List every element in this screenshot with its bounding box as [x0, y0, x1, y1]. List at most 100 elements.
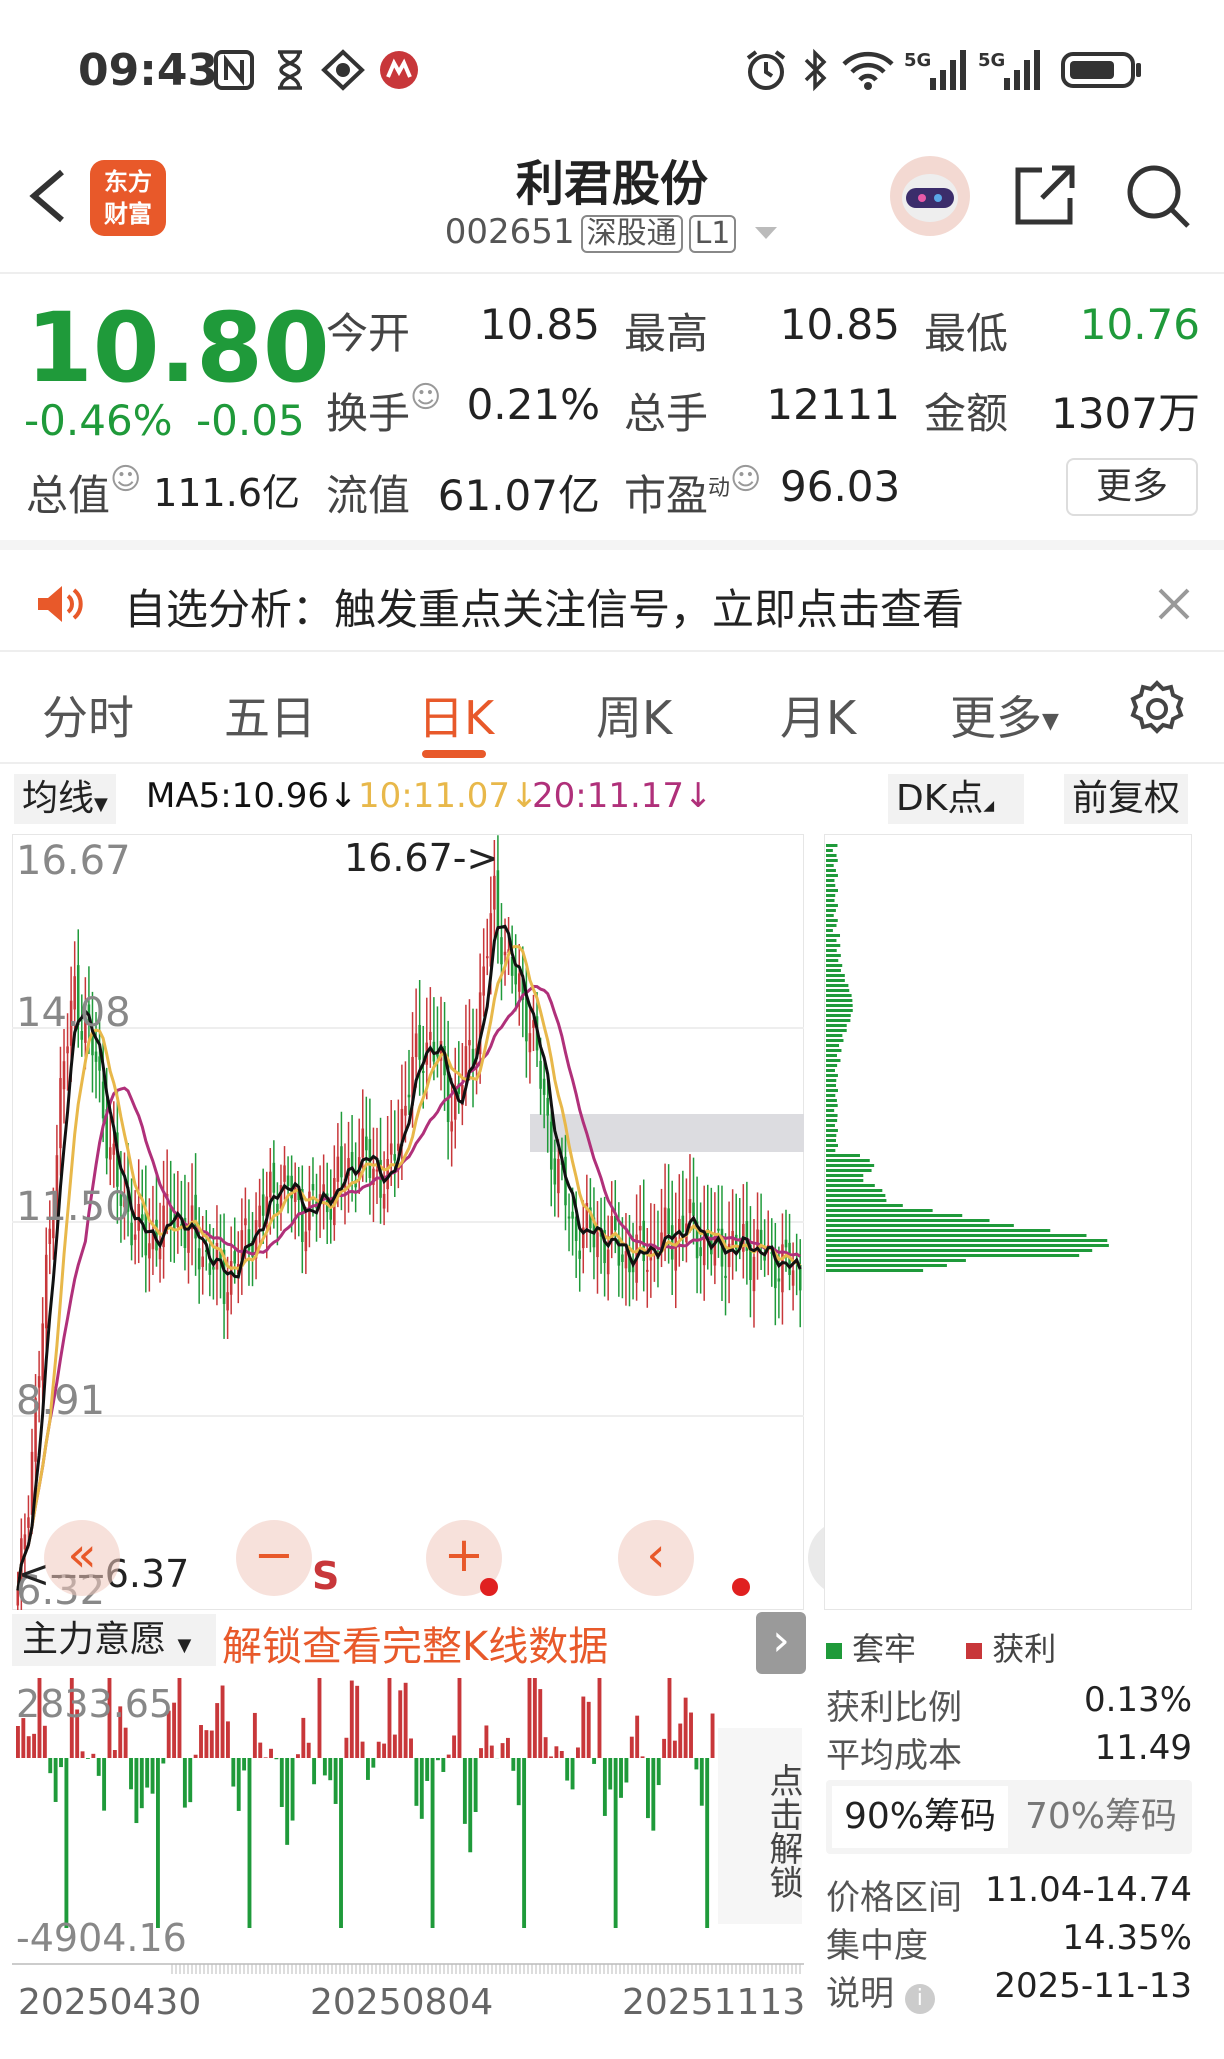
candle-body	[699, 1247, 702, 1257]
info-icon[interactable]: ☺	[410, 380, 441, 415]
indicator-bar	[80, 1751, 85, 1758]
battery-icon	[1061, 52, 1141, 88]
info-icon[interactable]: i	[904, 1984, 935, 2014]
zoom-out-button[interactable]: −	[236, 1520, 312, 1596]
chip-bar	[826, 1024, 847, 1027]
candle-body	[692, 1202, 695, 1216]
chip-bar	[826, 1254, 1080, 1257]
notice-text: 自选分析：触发重点关注信号，立即点击查看	[124, 585, 965, 634]
concentration-label: 集中度	[826, 1926, 928, 1966]
float-label: 流值	[326, 471, 411, 520]
candle-body	[304, 1231, 308, 1252]
info-icon[interactable]: ☺	[110, 462, 141, 497]
indicator-bar	[414, 1758, 419, 1806]
chip-bar	[826, 1174, 864, 1177]
candle-body	[621, 1254, 624, 1262]
indicator-bar	[549, 1756, 553, 1758]
chip-bar	[826, 1114, 838, 1117]
adjust-select[interactable]: 前复权	[1064, 774, 1189, 824]
stock-code: 002651	[444, 212, 575, 252]
candle-body	[340, 1146, 343, 1178]
indicator-bar	[322, 1758, 327, 1776]
indicator-bar	[532, 1678, 537, 1758]
chip-bar	[826, 1264, 947, 1267]
indicator-bar	[26, 1736, 31, 1758]
unlock-side-button[interactable]: 点击解锁	[718, 1728, 803, 1924]
indicator-bar	[177, 1678, 182, 1758]
level-tag: L1	[688, 215, 737, 253]
candle-body	[375, 1169, 379, 1172]
chart-toolbar: 均线▼ MA5:10.96↓ 10:11.07↓ 20:11.17↓ DK点◢ …	[0, 766, 1224, 828]
rewind-button[interactable]: «	[44, 1520, 120, 1596]
indicator-bar	[355, 1685, 360, 1758]
tab-70-chips[interactable]: 70%筹码	[1016, 1786, 1186, 1848]
chip-bar	[826, 1119, 838, 1122]
volume-value: 12111	[766, 380, 900, 429]
indicator-select[interactable]: 主力意愿 ▼	[12, 1614, 216, 1666]
indicator-bar	[328, 1758, 333, 1781]
chip-legend: 套牢 获利	[826, 1624, 1056, 1670]
more-button[interactable]: 更多	[1066, 458, 1198, 516]
chip-bar	[826, 1084, 837, 1087]
notice-bar[interactable]: 自选分析：触发重点关注信号，立即点击查看	[0, 540, 1224, 652]
chip-bar	[826, 1064, 838, 1067]
candle-body	[27, 1517, 30, 1528]
candle-body	[158, 1247, 162, 1260]
candle-body	[44, 1254, 48, 1329]
tab-daily-k[interactable]: 日K	[418, 682, 494, 748]
indicator-bar	[554, 1746, 559, 1758]
search-icon[interactable]	[1124, 162, 1192, 230]
candle-body	[23, 1534, 27, 1550]
indicator-bar	[252, 1712, 257, 1758]
indicator-bar	[312, 1758, 317, 1785]
candle-body	[414, 1033, 418, 1058]
candle-body	[393, 1154, 397, 1161]
indicator-bar	[694, 1758, 699, 1770]
low-value: 10.76	[1079, 300, 1200, 349]
share-icon[interactable]	[1012, 162, 1078, 228]
candle-body	[101, 1081, 105, 1119]
chip-tabs: 90%筹码 70%筹码	[826, 1780, 1192, 1854]
dropdown-icon[interactable]	[753, 223, 779, 243]
amount-label: 金额	[924, 389, 1009, 438]
indicator-bar	[576, 1747, 580, 1758]
robot-avatar-icon[interactable]	[888, 154, 972, 238]
info-icon[interactable]: ☺	[730, 462, 761, 497]
dk-point-select[interactable]: DK点◢	[888, 774, 1024, 824]
chip-bar	[826, 939, 837, 942]
tab-intraday[interactable]: 分时	[42, 682, 134, 748]
indicator-bar	[247, 1758, 252, 1928]
indicator-next-button[interactable]: ›	[756, 1612, 806, 1674]
kline-chart[interactable]	[12, 834, 804, 1610]
settings-gear-icon[interactable]	[1128, 680, 1186, 738]
scroll-left-button[interactable]: ‹	[618, 1520, 694, 1596]
candle-body	[663, 1207, 667, 1241]
indicator-bar	[91, 1753, 96, 1758]
indicator-bar	[592, 1758, 597, 1764]
indicator-bar	[635, 1715, 640, 1758]
candle-body	[226, 1292, 229, 1311]
candle-body	[261, 1194, 265, 1216]
tab-weekly-k[interactable]: 周K	[596, 682, 672, 748]
candle-body	[549, 1121, 553, 1170]
indicator-bar	[129, 1758, 133, 1790]
chip-bar	[826, 959, 839, 962]
tab-more[interactable]: 更多▼	[950, 682, 1059, 748]
candle-body	[567, 1216, 571, 1219]
tab-90-chips[interactable]: 90%筹码	[832, 1786, 1008, 1848]
candle-body	[418, 1024, 421, 1060]
close-icon[interactable]	[1156, 586, 1192, 622]
indicator-bar	[236, 1758, 241, 1811]
indicator-axis-bottom: -4904.16	[16, 1916, 187, 1960]
ma-select[interactable]: 均线▼	[14, 774, 116, 824]
tab-five-day[interactable]: 五日	[224, 682, 316, 748]
indicator-bar	[48, 1758, 53, 1774]
candle-body	[514, 964, 517, 985]
candle-body	[557, 1158, 560, 1194]
unlock-link[interactable]: 解锁查看完整K线数据	[222, 1614, 608, 1672]
indicator-bar	[220, 1685, 225, 1758]
indicator-axis-top: 2833.65	[16, 1682, 174, 1726]
profit-ratio-label: 获利比例	[826, 1688, 962, 1728]
chip-bar	[826, 1124, 835, 1127]
tab-monthly-k[interactable]: 月K	[780, 682, 856, 748]
